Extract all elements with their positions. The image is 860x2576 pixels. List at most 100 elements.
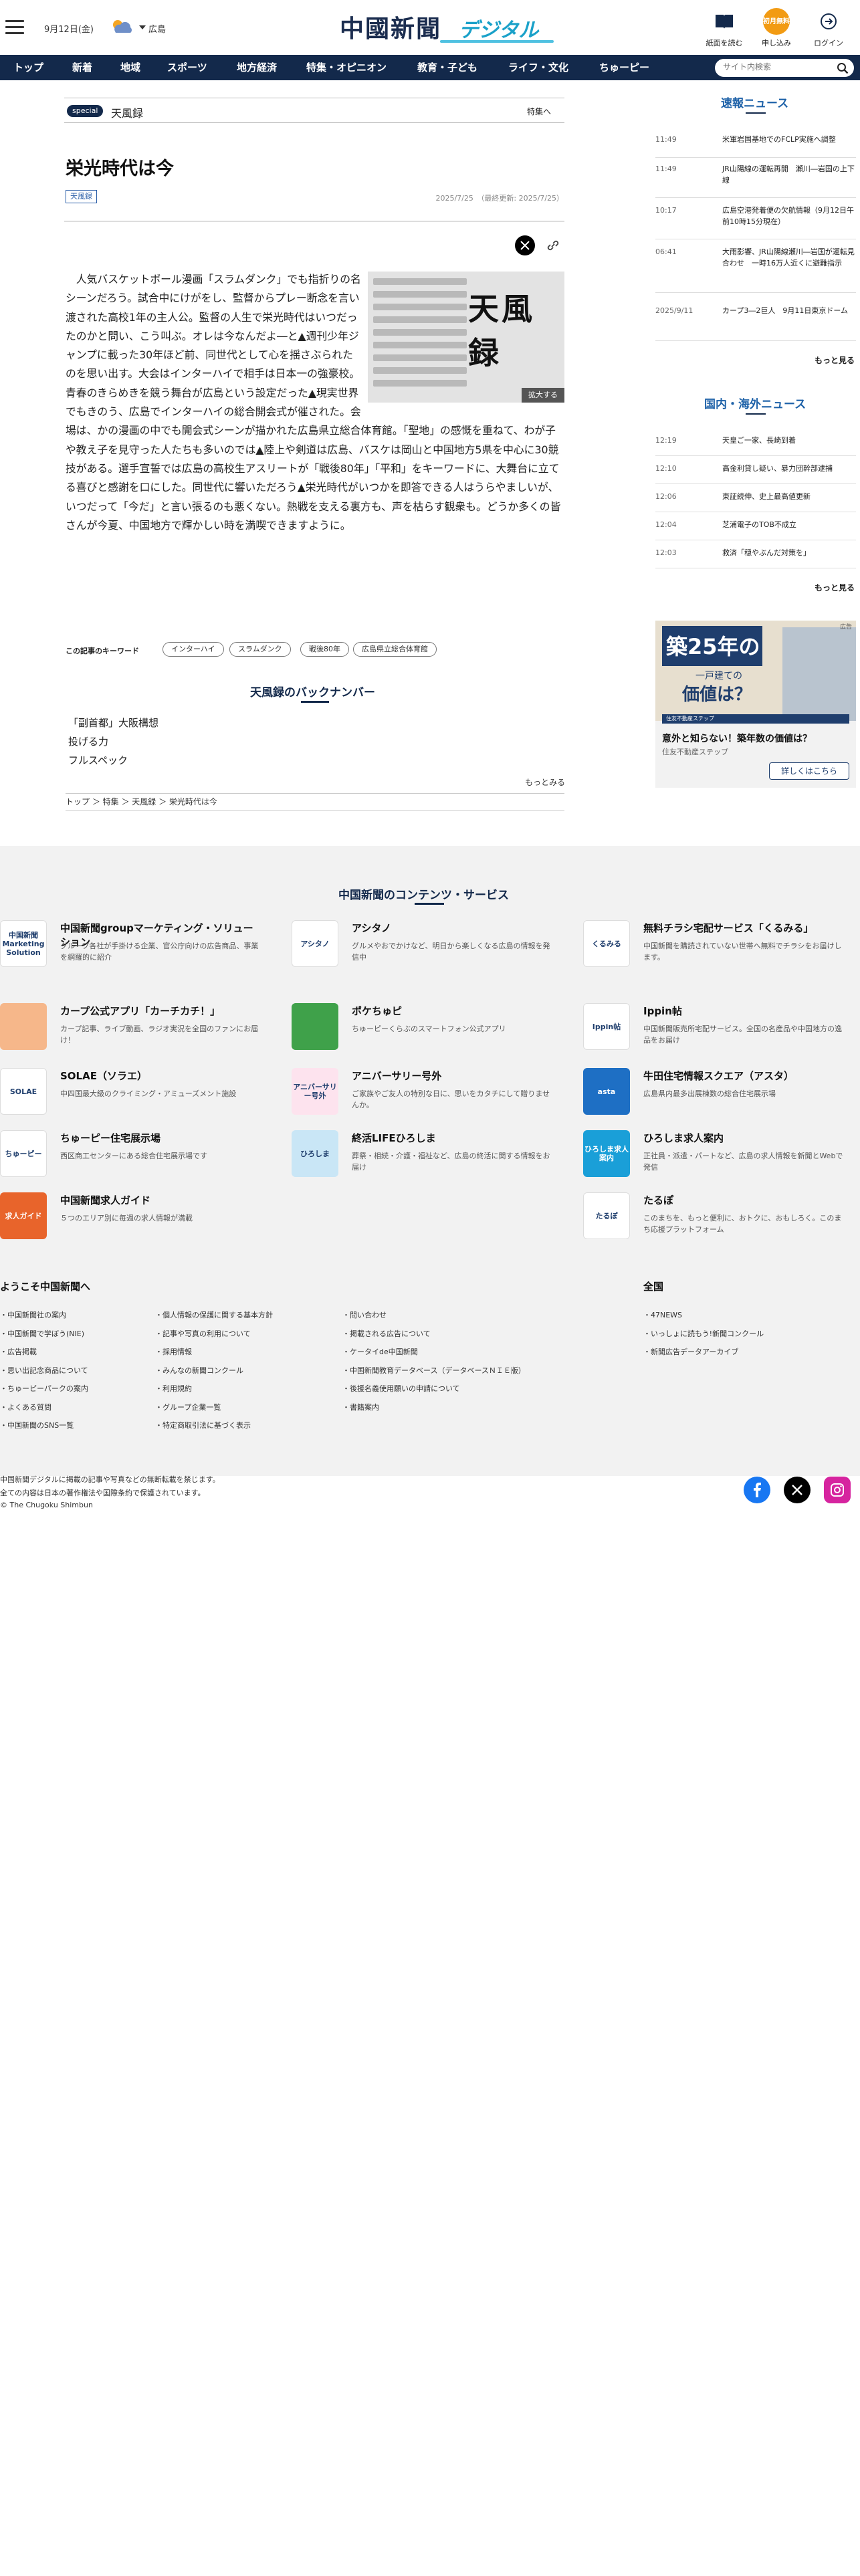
service-description: ５つのエリア別に毎週の求人情報が満載: [60, 1214, 193, 1222]
services-heading: 中国新聞のコンテンツ・サービス: [338, 889, 509, 902]
x-icon[interactable]: [784, 1477, 811, 1503]
service-card[interactable]: Ippin帖 Ippin帖 中国新聞販売所宅配サービス。全国の名産品や中国地方の逸品…: [583, 1003, 851, 1050]
service-card[interactable]: ひろしま 終活LIFEひろしま 葬祭・相続・介護・福祉など、広島の終活に関する情報を…: [292, 1130, 559, 1177]
ad-cta-button[interactable]: 詳しくはこちら: [769, 762, 849, 780]
search-input[interactable]: [723, 62, 830, 72]
footer-link[interactable]: 採用情報: [155, 1346, 192, 1357]
service-card[interactable]: アニバーサリー号外 アニバーサリー号外 ご家族やご友人の特別な日に、思いをカタチにし…: [292, 1068, 559, 1115]
service-description: グルメやおでかけなど、明日から楽しくなる広島の情報を発信中: [352, 942, 550, 962]
footer-link[interactable]: グループ企業一覧: [155, 1402, 221, 1412]
footer-link[interactable]: ちゅーピーパークの案内: [0, 1383, 88, 1394]
facebook-icon[interactable]: [744, 1477, 770, 1503]
backnumber-link[interactable]: 投げる力: [68, 734, 108, 748]
service-card[interactable]: くるみる 無料チラシ宅配サービス「くるみる」 中国新聞を購読されていない世帯へ無料で…: [583, 920, 851, 967]
news-item[interactable]: 11:49 JR山陽線の運転再開 瀬川―岩国の上下線: [655, 160, 856, 198]
service-card[interactable]: ひろしま求人案内 ひろしま求人案内 正社員・派遣・パートなど、広島の求人情報を新聞と…: [583, 1130, 851, 1177]
nav-opinion[interactable]: 特集・オピニオン: [306, 55, 387, 80]
keyword-tag[interactable]: スラムダンク: [229, 642, 291, 657]
article-tag[interactable]: 天風録: [66, 190, 97, 203]
footer-link[interactable]: 中国新聞で学ぼう(NIE): [0, 1328, 84, 1339]
apply-button[interactable]: 初月無料 申し込み: [756, 8, 797, 48]
news-item[interactable]: 12:04 芝浦電子のTOB不成立: [655, 516, 856, 540]
news-item[interactable]: 10:17 広島空港発着便の欠航情報（9月12日午前10時15分現在）: [655, 202, 856, 239]
newspaper-icon: [711, 8, 738, 35]
keyword-tag[interactable]: 戦後80年: [300, 642, 349, 657]
keyword-tag[interactable]: 広島県立総合体育館: [353, 642, 437, 657]
nav-economy[interactable]: 地方経済: [237, 55, 277, 80]
service-card[interactable]: ポケちゅピ ちゅーピーくらぶのスマートフォン公式アプリ: [292, 1003, 559, 1050]
nav-chupy[interactable]: ちゅーピー: [599, 55, 649, 80]
menu-icon[interactable]: [5, 20, 24, 35]
nav-top[interactable]: トップ: [13, 55, 43, 80]
nav-sports[interactable]: スポーツ: [167, 55, 207, 80]
footer-link[interactable]: ケータイde中国新聞: [342, 1346, 418, 1357]
footer-link[interactable]: 問い合わせ: [342, 1309, 387, 1320]
service-logo-icon: SOLAE: [0, 1068, 47, 1115]
footer-link[interactable]: 中国新聞教育データベース（データベースＮＩＥ版）: [342, 1365, 526, 1376]
nav-latest[interactable]: 新着: [72, 55, 92, 80]
site-logo[interactable]: 中國新聞 デジタル: [340, 8, 556, 45]
service-card[interactable]: SOLAE SOLAE（ソラエ） 中四国最大級のクライミング・アミューズメント施設: [0, 1068, 267, 1115]
news-item[interactable]: 12:10 高金利貸し疑い、暴力団幹部逮捕: [655, 460, 856, 484]
nav-education[interactable]: 教育・子ども: [417, 55, 477, 80]
footer-link[interactable]: 掲載される広告について: [342, 1328, 431, 1339]
more-breaking-link[interactable]: もっと見る: [815, 354, 855, 366]
footer-link[interactable]: 47NEWS: [643, 1309, 682, 1320]
footer-link[interactable]: みんなの新聞コンクール: [155, 1365, 243, 1376]
backnumber-link[interactable]: フルスペック: [68, 753, 128, 767]
section-name[interactable]: 天風録: [111, 104, 143, 120]
footer-link[interactable]: よくある質問: [0, 1402, 51, 1412]
ad-banner[interactable]: 広告 築25年の 一戸建ての 価値は？ 住友不動産ステップ 意外と知らない！築年…: [655, 621, 856, 788]
read-paper-button[interactable]: 紙面を読む: [704, 8, 745, 48]
service-card[interactable]: 求人ガイド 中国新聞求人ガイド ５つのエリア別に毎週の求人情報が満載: [0, 1192, 267, 1239]
service-card[interactable]: ちゅーピー ちゅーピー住宅展示場 西区商工センターにある総合住宅展示場です: [0, 1130, 267, 1177]
service-card[interactable]: たるぽ たるぽ このまちを、もっと便利に、おトクに、おもしろく。このまち応援プラット…: [583, 1192, 851, 1239]
service-card[interactable]: アシタノ アシタノ グルメやおでかけなど、明日から楽しくなる広島の情報を発信中: [292, 920, 559, 967]
news-item[interactable]: 2025/9/11 カープ3―2巨人 9月11日東京ドーム: [655, 302, 856, 341]
footer-link[interactable]: 個人情報の保護に関する基本方針: [155, 1309, 273, 1320]
news-item[interactable]: 11:49 米軍岩国基地でのFCLP実施へ調整: [655, 131, 856, 158]
footer-link[interactable]: 後援名義使用願いの申請について: [342, 1383, 460, 1394]
instagram-icon[interactable]: [824, 1477, 851, 1503]
backnumber-link[interactable]: 「副首都」大阪構想: [68, 716, 158, 730]
more-backnumbers-link[interactable]: もっとみる: [525, 776, 565, 788]
search-icon[interactable]: [837, 62, 849, 74]
footer-link[interactable]: 記事や写真の利用について: [155, 1328, 251, 1339]
service-description: ご家族やご友人の特別な日に、思いをカタチにして贈りませんか。: [352, 1089, 550, 1109]
keyword-tag[interactable]: インターハイ: [163, 642, 224, 657]
footer-link[interactable]: 思い出記念商品について: [0, 1365, 88, 1376]
footer-link[interactable]: 広告掲載: [0, 1346, 37, 1357]
footer-link[interactable]: 新聞広告データアーカイブ: [643, 1346, 738, 1357]
nav-local[interactable]: 地域: [120, 55, 140, 80]
breadcrumb[interactable]: トップ ＞ 特集 ＞ 天風録 ＞ 栄光時代は今: [66, 793, 564, 811]
article-body: 人気バスケットボール漫画「スラムダンク」でも指折りの名シーンだろう。試合中にけが…: [66, 273, 561, 532]
free-month-badge: 初月無料: [763, 8, 790, 35]
footer-link[interactable]: 中国新聞のSNS一覧: [0, 1420, 74, 1430]
copy-link-icon[interactable]: [544, 237, 562, 254]
keywords-label: この記事のキーワード: [66, 647, 139, 655]
service-card[interactable]: 中国新聞 Marketing Solution 中国新聞groupマーケティング・…: [0, 920, 267, 967]
footer-link[interactable]: 中国新聞社の案内: [0, 1309, 66, 1320]
share-x-button[interactable]: [515, 235, 535, 255]
nav-life[interactable]: ライフ・文化: [508, 55, 568, 80]
service-name: ひろしま求人案内: [643, 1132, 724, 1144]
service-name: 終活LIFEひろしま: [352, 1132, 436, 1144]
service-description: 広島県内最多出展棟数の総合住宅展示場: [643, 1089, 776, 1098]
footer-link[interactable]: 特定商取引法に基づく表示: [155, 1420, 251, 1430]
login-button[interactable]: ログイン: [808, 8, 849, 48]
more-intl-link[interactable]: もっと見る: [815, 582, 855, 593]
footer-link[interactable]: 書籍案内: [342, 1402, 379, 1412]
service-card[interactable]: asta 牛田住宅情報スクエア（アスタ） 広島県内最多出展棟数の総合住宅展示場: [583, 1068, 851, 1115]
service-logo-icon: ひろしま: [292, 1130, 338, 1177]
news-item[interactable]: 12:06 東証続伸、史上最高値更新: [655, 488, 856, 512]
location-select[interactable]: 広島: [138, 22, 166, 35]
service-card[interactable]: カープ公式アプリ「カーチカチ！」 カープ記事、ライブ動画、ラジオ実況を全国のファン…: [0, 1003, 267, 1050]
service-name: SOLAE（ソラエ）: [60, 1070, 147, 1082]
news-item[interactable]: 12:19 天皇ご一家、長崎到着: [655, 432, 856, 456]
footer-link[interactable]: いっしょに読もう!新聞コンクール: [643, 1328, 764, 1339]
divider: [64, 221, 564, 222]
news-item[interactable]: 06:41 大雨影響、JR山陽線瀬川―岩国が運転見合わせ 一時16万人近くに避難指…: [655, 243, 856, 293]
footer-link[interactable]: 利用規約: [155, 1383, 192, 1394]
news-item[interactable]: 12:03 救済「穏やぶんだ対策を」: [655, 544, 856, 568]
feature-link[interactable]: 特集へ: [527, 106, 551, 117]
